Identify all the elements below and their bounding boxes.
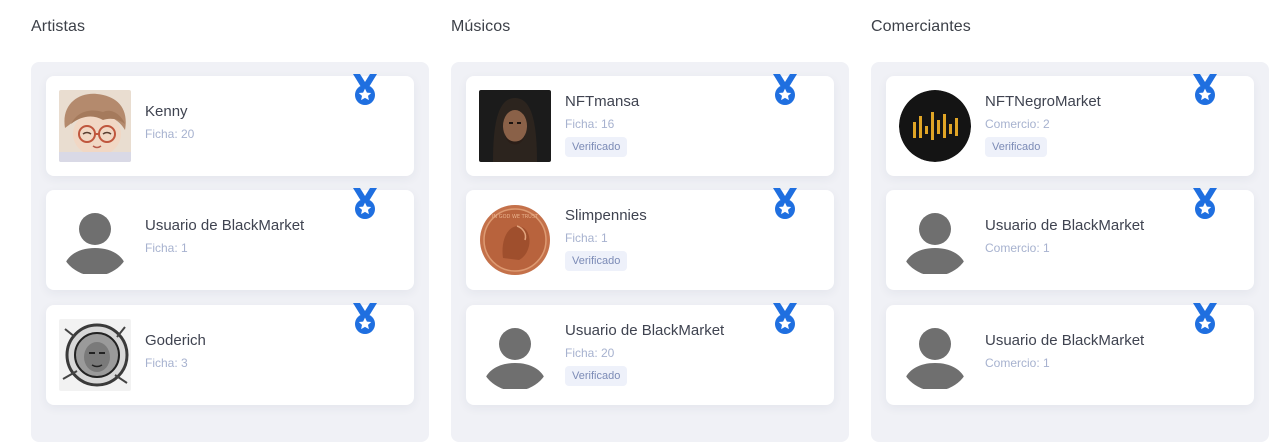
user-name: Usuario de BlackMarket [565, 322, 725, 339]
medal-star-icon [350, 187, 380, 221]
default-user-avatar [59, 204, 131, 276]
user-stat: Ficha: 16 [565, 117, 615, 131]
verified-badge: Verificado [565, 137, 628, 157]
medal-star-icon [350, 73, 380, 107]
verified-badge: Verificado [565, 366, 628, 386]
user-stat: Ficha: 1 [145, 241, 188, 255]
user-name: Kenny [145, 103, 188, 120]
column-title: Artistas [31, 18, 86, 35]
medal-star-icon [770, 73, 800, 107]
user-name: Usuario de BlackMarket [145, 217, 305, 234]
user-card-goderich[interactable]: Goderich Ficha: 3 [46, 305, 414, 405]
user-name: NFTNegroMarket [985, 93, 1101, 110]
medal-star-icon [770, 302, 800, 336]
astronaut-sketch-image [59, 319, 131, 391]
svg-text:IN GOD WE TRUST: IN GOD WE TRUST [492, 214, 539, 220]
user-name: Goderich [145, 332, 206, 349]
ranking-panel: NFTNegroMarket Comercio: 2 Verificado Us… [871, 62, 1269, 442]
user-stat: Ficha: 20 [565, 346, 615, 360]
column-title: Músicos [451, 18, 511, 35]
user-card-nftmansa[interactable]: NFTmansa Ficha: 16 Verificado [466, 76, 834, 176]
user-name: Usuario de BlackMarket [985, 217, 1145, 234]
penny-coin-image: IN GOD WE TRUST [479, 204, 551, 276]
medal-star-icon [1190, 73, 1220, 107]
anime-avatar-image [59, 90, 131, 162]
medal-star-icon [1190, 187, 1220, 221]
user-stat: Ficha: 1 [565, 231, 608, 245]
column-title: Comerciantes [871, 18, 971, 35]
user-stat: Comercio: 1 [985, 241, 1050, 255]
verified-badge: Verificado [565, 251, 628, 271]
user-card-blackmarket[interactable]: Usuario de BlackMarket Ficha: 1 [46, 190, 414, 290]
ranking-panel: Kenny Ficha: 20 Usuario de BlackMarket F… [31, 62, 429, 442]
user-card-slimpennies[interactable]: IN GOD WE TRUST Slimpennies Ficha: 1 Ver… [466, 190, 834, 290]
column-musicos: Músicos NFTmansa Ficha: 16 Verificado IN… [451, 0, 849, 442]
user-card-blackmarket[interactable]: Usuario de BlackMarket Comercio: 1 [886, 190, 1254, 290]
user-name: NFTmansa [565, 93, 640, 110]
user-card-blackmarket[interactable]: Usuario de BlackMarket Comercio: 1 [886, 305, 1254, 405]
user-stat: Comercio: 1 [985, 356, 1050, 370]
user-stat: Ficha: 3 [145, 356, 188, 370]
user-stat: Ficha: 20 [145, 127, 195, 141]
portrait-photo-image [479, 90, 551, 162]
user-stat: Comercio: 2 [985, 117, 1050, 131]
user-name: Slimpennies [565, 207, 647, 224]
medal-star-icon [1190, 302, 1220, 336]
verified-badge: Verificado [985, 137, 1048, 157]
user-name: Usuario de BlackMarket [985, 332, 1145, 349]
column-artistas: Artistas Kenny Ficha: 20 Usuario de Blac… [31, 0, 429, 442]
column-comerciantes: Comerciantes NFTNegroMarket Comercio: 2 … [871, 0, 1269, 442]
user-card-kenny[interactable]: Kenny Ficha: 20 [46, 76, 414, 176]
default-user-avatar [479, 319, 551, 391]
default-user-avatar [899, 319, 971, 391]
ranking-panel: NFTmansa Ficha: 16 Verificado IN GOD WE … [451, 62, 849, 442]
user-card-nftnegromarket[interactable]: NFTNegroMarket Comercio: 2 Verificado [886, 76, 1254, 176]
user-card-blackmarket[interactable]: Usuario de BlackMarket Ficha: 20 Verific… [466, 305, 834, 405]
equalizer-logo [899, 90, 971, 162]
medal-star-icon [770, 187, 800, 221]
default-user-avatar [899, 204, 971, 276]
medal-star-icon [350, 302, 380, 336]
